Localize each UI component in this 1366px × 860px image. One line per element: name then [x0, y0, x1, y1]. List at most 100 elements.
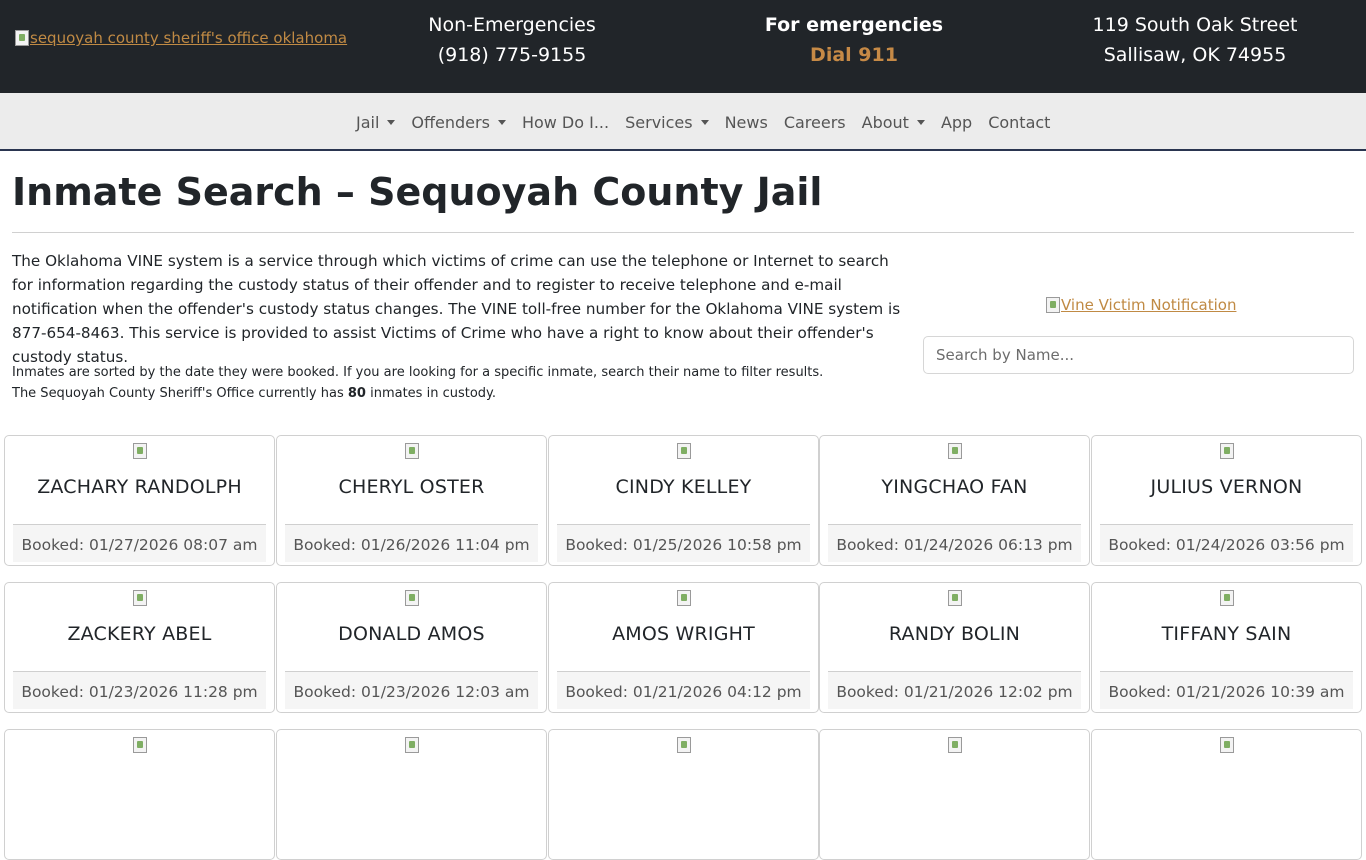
- booked-date: Booked: 01/26/2026 11:04 pm: [285, 524, 538, 562]
- caret-down-icon: [387, 119, 396, 125]
- inmate-photo-icon: [677, 590, 691, 606]
- nav-item-offenders[interactable]: Offenders: [403, 113, 514, 132]
- inmate-name: YINGCHAO FAN: [881, 476, 1028, 498]
- inmate-card[interactable]: [276, 729, 547, 860]
- nav-item-label: News: [724, 112, 768, 132]
- inmate-photo-icon: [405, 443, 419, 459]
- nav-item-how-do-i[interactable]: How Do I...: [514, 113, 617, 132]
- inmate-name: ZACKERY ABEL: [67, 623, 212, 645]
- broken-image-icon: [1046, 297, 1060, 313]
- inmate-count: 80: [347, 386, 366, 401]
- emergency-block: For emergencies Dial 911: [744, 10, 964, 70]
- inmate-card[interactable]: DONALD AMOS Booked: 01/23/2026 12:03 am: [276, 582, 547, 713]
- count-suffix: inmates in custody.: [365, 386, 497, 401]
- caret-down-icon: [700, 119, 709, 125]
- inmate-name: CINDY KELLEY: [615, 476, 752, 498]
- search-input[interactable]: [923, 336, 1354, 374]
- nav-item-app[interactable]: App: [933, 113, 980, 132]
- site-header: sequoyah county sheriff's office oklahom…: [0, 0, 1366, 93]
- dial-911-link[interactable]: Dial 911: [744, 40, 964, 70]
- nav-item-label: Services: [625, 112, 693, 132]
- inmate-photo-icon: [1220, 737, 1234, 753]
- nav-item-label: Jail: [356, 112, 380, 132]
- inmate-name: DONALD AMOS: [338, 623, 485, 645]
- booked-date: Booked: 01/25/2026 10:58 pm: [557, 524, 810, 562]
- nav-item-jail[interactable]: Jail: [348, 113, 403, 132]
- nav-item-careers[interactable]: Careers: [776, 113, 854, 132]
- nav-item-news[interactable]: News: [717, 113, 776, 132]
- vine-alt-text: Vine Victim Notification: [1061, 296, 1237, 314]
- inmate-photo-icon: [1220, 443, 1234, 459]
- inmate-name: ZACHARY RANDOLPH: [37, 476, 242, 498]
- inmate-card[interactable]: CINDY KELLEY Booked: 01/25/2026 10:58 pm: [548, 435, 819, 566]
- inmate-photo-icon: [677, 737, 691, 753]
- nav-item-label: App: [940, 112, 973, 132]
- inmate-card[interactable]: TIFFANY SAIN Booked: 01/21/2026 10:39 am: [1091, 582, 1362, 713]
- nav-item-label: Contact: [988, 112, 1051, 132]
- logo-link[interactable]: sequoyah county sheriff's office oklahom…: [15, 29, 347, 47]
- inmate-count-line: The Sequoyah County Sheriff's Office cur…: [12, 383, 892, 404]
- booked-date: Booked: 01/24/2026 06:13 pm: [828, 524, 1081, 562]
- booked-date: Booked: 01/27/2026 08:07 am: [13, 524, 266, 562]
- nav-item-label: About: [861, 112, 909, 132]
- nav-item-about[interactable]: About: [854, 113, 933, 132]
- nav-item-services[interactable]: Services: [617, 113, 716, 132]
- inmate-photo-icon: [133, 443, 147, 459]
- page-title: Inmate Search – Sequoyah County Jail: [12, 170, 823, 214]
- booked-date: Booked: 01/21/2026 12:02 pm: [828, 671, 1081, 709]
- inmate-card[interactable]: ZACHARY RANDOLPH Booked: 01/27/2026 08:07…: [4, 435, 275, 566]
- inmate-card[interactable]: RANDY BOLIN Booked: 01/21/2026 12:02 pm: [819, 582, 1090, 713]
- emergency-label: For emergencies: [764, 14, 944, 36]
- inmate-card[interactable]: [819, 729, 1090, 860]
- inmate-photo-icon: [133, 737, 147, 753]
- non-emergency-phone[interactable]: (918) 775-9155: [412, 40, 612, 70]
- nav-item-label: Careers: [783, 112, 846, 132]
- inmate-photo-icon: [677, 443, 691, 459]
- inmate-card[interactable]: [1091, 729, 1362, 860]
- non-emergency-label: Non-Emergencies: [428, 14, 596, 36]
- inmate-card[interactable]: ZACKERY ABEL Booked: 01/23/2026 11:28 pm: [4, 582, 275, 713]
- caret-down-icon: [916, 119, 925, 125]
- title-divider: [12, 232, 1354, 233]
- broken-image-icon: [15, 30, 29, 46]
- count-prefix: The Sequoyah County Sheriff's Office cur…: [12, 386, 348, 401]
- address-line-1: 119 South Oak Street: [1092, 14, 1298, 36]
- logo-alt-text: sequoyah county sheriff's office oklahom…: [30, 29, 348, 47]
- inmate-name: TIFFANY SAIN: [1161, 623, 1292, 645]
- vine-notification-link[interactable]: Vine Victim Notification: [1046, 296, 1236, 314]
- inmate-card[interactable]: [548, 729, 819, 860]
- booked-date: Booked: 01/21/2026 04:12 pm: [557, 671, 810, 709]
- nav-menu: Jail Offenders How Do I... Services News Care…: [348, 93, 1058, 151]
- inmate-photo-icon: [133, 590, 147, 606]
- inmate-notes: Inmates are sorted by the date they were…: [12, 362, 892, 404]
- nav-item-label: Offenders: [411, 112, 490, 132]
- inmate-name: JULIUS VERNON: [1150, 476, 1303, 498]
- booked-date: Booked: 01/23/2026 12:03 am: [285, 671, 538, 709]
- booked-date: Booked: 01/24/2026 03:56 pm: [1100, 524, 1353, 562]
- inmate-photo-icon: [948, 590, 962, 606]
- vine-intro-text: The Oklahoma VINE system is a service th…: [12, 252, 901, 366]
- inmate-name: CHERYL OSTER: [338, 476, 485, 498]
- nav-item-label: How Do I...: [521, 112, 610, 132]
- inmate-photo-icon: [948, 737, 962, 753]
- inmate-card[interactable]: AMOS WRIGHT Booked: 01/21/2026 04:12 pm: [548, 582, 819, 713]
- inmate-card[interactable]: [4, 729, 275, 860]
- inmate-photo-icon: [405, 590, 419, 606]
- caret-down-icon: [497, 119, 506, 125]
- non-emergency-block: Non-Emergencies (918) 775-9155: [412, 10, 612, 70]
- inmate-name: AMOS WRIGHT: [612, 623, 755, 645]
- address-line-2: Sallisaw, OK 74955: [1103, 44, 1287, 66]
- inmate-card[interactable]: JULIUS VERNON Booked: 01/24/2026 03:56 pm: [1091, 435, 1362, 566]
- inmate-photo-icon: [405, 737, 419, 753]
- nav-item-contact[interactable]: Contact: [980, 113, 1058, 132]
- booked-date: Booked: 01/23/2026 11:28 pm: [13, 671, 266, 709]
- inmate-name: RANDY BOLIN: [888, 623, 1021, 645]
- booked-date: Booked: 01/21/2026 10:39 am: [1100, 671, 1353, 709]
- sort-note: Inmates are sorted by the date they were…: [12, 365, 824, 380]
- address-block: 119 South Oak Street Sallisaw, OK 74955: [1080, 10, 1310, 70]
- inmate-photo-icon: [948, 443, 962, 459]
- inmate-card[interactable]: YINGCHAO FAN Booked: 01/24/2026 06:13 pm: [819, 435, 1090, 566]
- inmate-card[interactable]: CHERYL OSTER Booked: 01/26/2026 11:04 pm: [276, 435, 547, 566]
- main-nav: Jail Offenders How Do I... Services News Care…: [0, 93, 1366, 151]
- inmate-photo-icon: [1220, 590, 1234, 606]
